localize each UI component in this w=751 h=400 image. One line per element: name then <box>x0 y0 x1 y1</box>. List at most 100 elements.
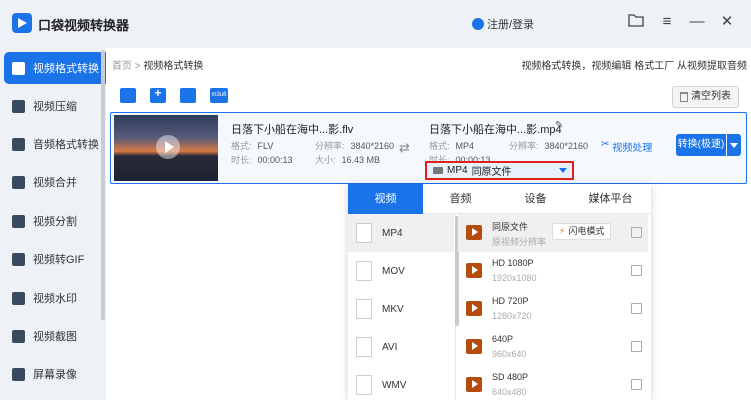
tab-device[interactable]: 设备 <box>498 184 573 214</box>
source-size: 大小: 16.43 MB <box>315 153 380 166</box>
format-label: MOV <box>382 265 405 277</box>
preset-item-640p[interactable]: 640P 960x640 <box>458 328 648 366</box>
video-file-icon <box>466 377 482 392</box>
format-tabs: 视频 音频 设备 媒体平台 <box>348 184 651 214</box>
video-convert-icon <box>12 61 25 75</box>
edit-icon[interactable] <box>631 265 642 276</box>
tab-video[interactable]: 视频 <box>348 184 423 214</box>
source-file-name: 日落下小船在海中...影.flv <box>231 124 354 136</box>
tab-media-platform[interactable]: 媒体平台 <box>573 184 648 214</box>
avi-file-icon <box>356 337 372 357</box>
preset-sub: 1280x720 <box>492 311 532 321</box>
tab-audio[interactable]: 音频 <box>423 184 498 214</box>
mov-file-icon <box>356 261 372 281</box>
edit-icon[interactable] <box>631 379 642 390</box>
source-format-label: 格式: <box>231 141 252 151</box>
edit-icon[interactable] <box>631 227 642 238</box>
record-icon <box>12 367 25 381</box>
trash-icon <box>680 92 688 102</box>
edit-icon[interactable] <box>631 341 642 352</box>
format-item-mov[interactable]: MOV <box>348 252 454 290</box>
format-item-mp4[interactable]: MP4 <box>348 214 454 252</box>
sidebar-item-label: 视频截图 <box>33 331 77 343</box>
video-file-icon <box>466 263 482 278</box>
convert-button[interactable]: 转换(极速) <box>676 134 726 156</box>
sidebar-item-label: 视频压缩 <box>33 101 77 113</box>
mp4-file-icon <box>356 223 372 243</box>
preset-item-1080p[interactable]: HD 1080P 1920x1080 <box>458 252 648 290</box>
m3u8-icon[interactable]: m3u8 <box>210 88 228 103</box>
source-size-label: 大小: <box>315 155 336 165</box>
target-res-label: 分辨率: <box>509 141 539 151</box>
breadcrumb: 首页 > 视频格式转换 <box>112 57 203 72</box>
video-thumbnail[interactable] <box>114 115 218 181</box>
breadcrumb-home[interactable]: 首页 <box>112 61 132 72</box>
rename-pencil-icon[interactable]: ✎ <box>555 120 563 131</box>
watermark-icon <box>12 291 25 305</box>
clear-list-button[interactable]: 清空列表 <box>672 86 739 108</box>
format-item-avi[interactable]: AVI <box>348 328 454 366</box>
output-preset-value: 同原文件 <box>471 167 512 178</box>
minimize-icon[interactable]: — <box>688 13 706 31</box>
video-process-label: 视频处理 <box>612 143 653 154</box>
sidebar-item-screen-record[interactable]: 屏幕录像 <box>4 358 122 390</box>
lightning-mode-badge: ⚡ 闪电模式 <box>552 223 612 240</box>
source-duration: 时长: 00:00:13 <box>231 153 293 166</box>
split-icon <box>12 214 25 228</box>
video-file-icon <box>466 225 482 240</box>
add-file-icon[interactable] <box>120 88 136 103</box>
format-dropdown-panel: 视频 音频 设备 媒体平台 MP4 MOV MKV AVI WMV 同原文件 原… <box>348 184 651 400</box>
target-resolution: 分辨率: 3840*2160 <box>509 139 588 152</box>
sidebar-item-label: 视频格式转换 <box>33 63 99 75</box>
edit-icon[interactable] <box>631 303 642 314</box>
sidebar-item-label: 视频转GIF <box>33 254 85 266</box>
login-link[interactable]: 注册/登录 <box>472 16 534 32</box>
source-res-value: 3840*2160 <box>350 141 395 151</box>
format-item-mkv[interactable]: MKV <box>348 290 454 328</box>
breadcrumb-current: 视频格式转换 <box>143 61 204 72</box>
sidebar-item-label: 屏幕录像 <box>33 369 77 381</box>
source-format-value: FLV <box>257 141 274 151</box>
import-icon[interactable] <box>180 88 196 103</box>
convert-arrow-icon: ⇄ <box>399 140 410 155</box>
preset-item-480p[interactable]: SD 480P 640x480 <box>458 366 648 400</box>
video-process-button[interactable]: ✂ 视频处理 <box>601 139 652 154</box>
preset-item-720p[interactable]: HD 720P 1280x720 <box>458 290 648 328</box>
wmv-file-icon <box>356 375 372 395</box>
preset-sub: 原视频分辨率 <box>492 237 547 247</box>
sidebar-item-video-screenshot[interactable]: 视频截图 <box>4 320 122 352</box>
source-dur-value: 00:00:13 <box>257 155 293 165</box>
preset-item-original[interactable]: 同原文件 原视频分辨率 ⚡ 闪电模式 <box>458 214 648 252</box>
sidebar-scrollbar[interactable] <box>101 50 105 320</box>
target-format-value: MP4 <box>455 141 475 151</box>
sidebar-item-label: 音频格式转换 <box>33 139 99 151</box>
breadcrumb-separator: > <box>134 61 141 72</box>
video-file-icon <box>466 339 482 354</box>
add-folder-icon[interactable] <box>150 86 166 103</box>
source-size-value: 16.43 MB <box>341 155 381 165</box>
app-title: 口袋视频转换器 <box>38 18 130 33</box>
format-list: MP4 MOV MKV AVI WMV <box>348 214 456 400</box>
play-icon[interactable] <box>156 135 180 159</box>
preset-name: HD 720P <box>492 296 529 306</box>
menu-icon[interactable]: ≡ <box>658 13 676 31</box>
preset-name: HD 1080P <box>492 258 534 268</box>
format-label: WMV <box>382 379 407 391</box>
output-format-select[interactable]: MP4 同原文件 <box>425 161 574 180</box>
compress-icon <box>12 99 25 113</box>
clear-list-label: 清空列表 <box>691 91 731 102</box>
audio-icon <box>12 137 25 151</box>
target-format: 格式: MP4 <box>429 139 474 152</box>
convert-dropdown-icon[interactable] <box>727 134 741 156</box>
target-format-label: 格式: <box>429 141 450 151</box>
source-format: 格式: FLV <box>231 139 273 152</box>
format-label: MKV <box>382 303 404 315</box>
format-item-wmv[interactable]: WMV <box>348 366 454 400</box>
close-icon[interactable]: ✕ <box>718 13 736 31</box>
preset-sub: 960x640 <box>492 349 527 359</box>
preset-name: 640P <box>492 334 514 344</box>
folder-icon[interactable] <box>627 13 645 31</box>
preset-sub: 640x480 <box>492 387 527 397</box>
sidebar-item-label: 视频水印 <box>33 293 77 305</box>
preset-name: SD 480P <box>492 372 529 382</box>
